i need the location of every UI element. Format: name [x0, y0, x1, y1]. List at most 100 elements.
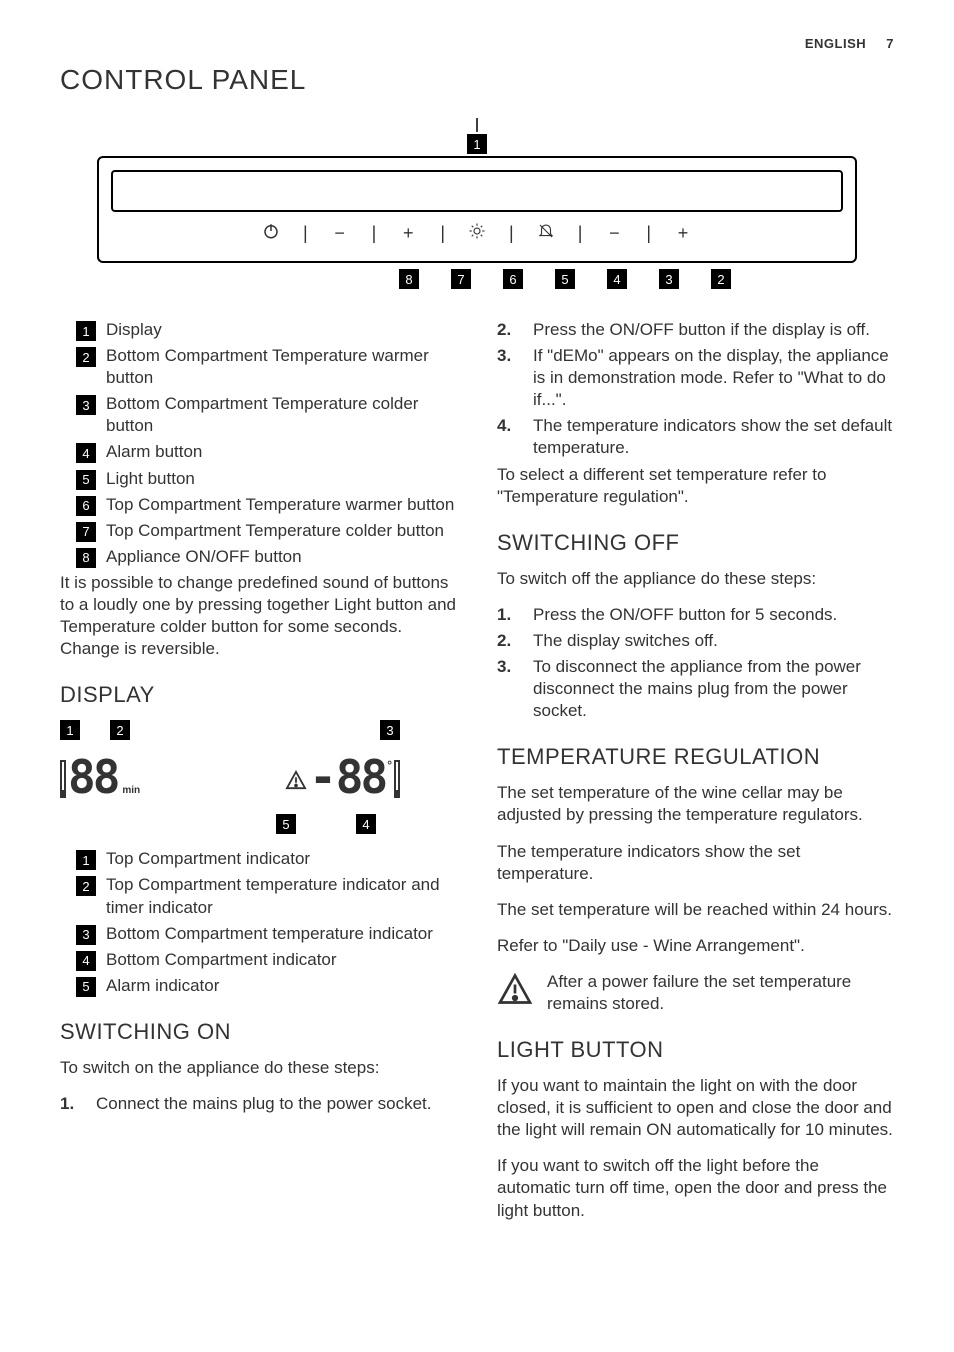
callout-4: 4 [607, 269, 627, 289]
legend-label: Bottom Compartment Temperature warmer bu… [106, 345, 457, 389]
callout-3: 3 [659, 269, 679, 289]
step-text: If "dEMo" appears on the display, the ap… [533, 345, 894, 411]
panel-legend: 1 Display 2 Bottom Compartment Temperature… [76, 319, 457, 568]
switching-on-outro: To select a different set temperature re… [497, 464, 894, 508]
minus-icon: − [594, 223, 634, 244]
legend-num: 2 [76, 876, 96, 896]
plus-icon: + [663, 223, 703, 244]
minus-icon: − [320, 223, 360, 244]
legend-label: Bottom Compartment indicator [106, 949, 337, 971]
switching-off-steps: Press the ON/OFF button for 5 seconds. T… [497, 604, 894, 722]
switching-on-steps-b: Press the ON/OFF button if the display i… [497, 319, 894, 460]
lcd-display: 88 min - 88 ° [60, 754, 400, 800]
right-digits: 88 [336, 754, 385, 800]
page-number: 7 [886, 36, 894, 51]
alarm-icon [526, 222, 566, 245]
step-text: To disconnect the appliance from the pow… [533, 656, 894, 722]
display-figure: 1 2 3 88 min - 88 ° [60, 720, 400, 834]
right-prefix: - [309, 754, 334, 800]
page-header: ENGLISH 7 [805, 36, 894, 51]
temp-reg-heading: TEMPERATURE REGULATION [497, 744, 894, 770]
left-column: 1 Display 2 Bottom Compartment Temperature… [60, 319, 457, 1236]
temp-reg-p3: The set temperature will be reached with… [497, 899, 894, 921]
legend-label: Top Compartment temperature indicator an… [106, 874, 457, 918]
switching-on-intro: To switch on the appliance do these step… [60, 1057, 457, 1079]
bar-indicator-icon [394, 760, 400, 798]
callout-2: 2 [711, 269, 731, 289]
legend-num: 1 [76, 321, 96, 341]
legend-label: Light button [106, 468, 195, 490]
display-legend: 1 Top Compartment indicator 2 Top Compartm… [76, 848, 457, 997]
degree-label: ° [387, 758, 392, 772]
light-icon [457, 222, 497, 245]
power-icon [251, 222, 291, 245]
separator: | [578, 223, 583, 244]
display-marker-4: 4 [356, 814, 376, 834]
right-column: Press the ON/OFF button if the display i… [497, 319, 894, 1236]
legend-num: 1 [76, 850, 96, 870]
min-label: min [122, 785, 140, 796]
separator: | [509, 223, 514, 244]
switching-on-steps-a: Connect the mains plug to the power sock… [60, 1093, 457, 1115]
panel-display-area [111, 170, 843, 212]
legend-num: 4 [76, 951, 96, 971]
switching-off-intro: To switch off the appliance do these ste… [497, 568, 894, 590]
temp-reg-p1: The set temperature of the wine cellar m… [497, 782, 894, 826]
separator: | [646, 223, 651, 244]
warning-triangle-icon [497, 971, 533, 1012]
separator: | [303, 223, 308, 244]
callout-8: 8 [399, 269, 419, 289]
left-digits: 88 [68, 754, 117, 800]
callout-5: 5 [555, 269, 575, 289]
legend-num: 8 [76, 548, 96, 568]
warning-triangle-icon [285, 770, 307, 796]
light-button-heading: LIGHT BUTTON [497, 1037, 894, 1063]
temp-reg-note: After a power failure the set temperatur… [497, 971, 894, 1015]
legend-note: It is possible to change predefined soun… [60, 572, 457, 660]
temp-reg-p2: The temperature indicators show the set … [497, 841, 894, 885]
plus-icon: + [388, 223, 428, 244]
light-button-p2: If you want to switch off the light befo… [497, 1155, 894, 1221]
temp-reg-p4: Refer to "Daily use - Wine Arrangement". [497, 935, 894, 957]
callout-6: 6 [503, 269, 523, 289]
panel-button-row: | − | + | | | − | + [111, 218, 843, 249]
legend-label: Display [106, 319, 162, 341]
legend-num: 4 [76, 443, 96, 463]
separator: | [372, 223, 377, 244]
callout-1: 1 [467, 134, 487, 154]
legend-num: 2 [76, 347, 96, 367]
legend-label: Top Compartment Temperature warmer butto… [106, 494, 454, 516]
display-marker-2: 2 [110, 720, 130, 740]
bar-indicator-icon [60, 760, 66, 798]
legend-num: 7 [76, 522, 96, 542]
legend-label: Alarm indicator [106, 975, 219, 997]
step-text: The temperature indicators show the set … [533, 415, 894, 459]
legend-label: Bottom Compartment temperature indicator [106, 923, 433, 945]
step-text: The display switches off. [533, 630, 718, 652]
legend-num: 3 [76, 395, 96, 415]
legend-num: 5 [76, 977, 96, 997]
panel-outer-frame: | − | + | | | − | + [97, 156, 857, 263]
page-title: CONTROL PANEL [60, 64, 894, 96]
light-button-p1: If you want to maintain the light on wit… [497, 1075, 894, 1141]
switching-off-heading: SWITCHING OFF [497, 530, 894, 556]
switching-on-heading: SWITCHING ON [60, 1019, 457, 1045]
control-panel-figure: 1 | − | + | | | − | + 8 7 6 [97, 118, 857, 289]
legend-label: Bottom Compartment Temperature colder bu… [106, 393, 457, 437]
step-text: Connect the mains plug to the power sock… [96, 1093, 431, 1115]
display-marker-1: 1 [60, 720, 80, 740]
display-marker-5: 5 [276, 814, 296, 834]
language-label: ENGLISH [805, 36, 866, 51]
legend-label: Alarm button [106, 441, 202, 463]
step-text: Press the ON/OFF button if the display i… [533, 319, 870, 341]
legend-label: Top Compartment indicator [106, 848, 310, 870]
note-text: After a power failure the set temperatur… [547, 971, 894, 1015]
step-text: Press the ON/OFF button for 5 seconds. [533, 604, 837, 626]
legend-num: 3 [76, 925, 96, 945]
legend-num: 5 [76, 470, 96, 490]
legend-label: Appliance ON/OFF button [106, 546, 302, 568]
legend-num: 6 [76, 496, 96, 516]
display-heading: DISPLAY [60, 682, 457, 708]
legend-label: Top Compartment Temperature colder butto… [106, 520, 444, 542]
callout-line [467, 118, 487, 132]
